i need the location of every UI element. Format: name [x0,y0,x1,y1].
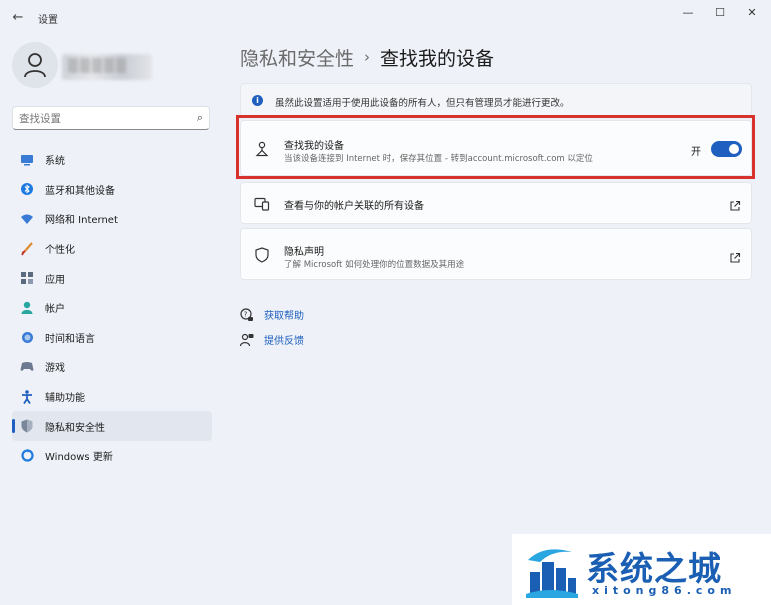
watermark: 系统之城 xitong86.com [512,534,771,605]
avatar [12,42,58,88]
update-icon [20,449,34,463]
sidebar-item-bluetooth[interactable]: 蓝牙和其他设备 [12,175,212,205]
user-name-blurred: ▒▒▒▒▒ [62,54,152,80]
feedback-icon [240,333,254,347]
info-text: 虽然此设置适用于使用此设备的所有人，但只有管理员才能进行更改。 [275,98,570,109]
wifi-icon [20,212,34,226]
give-feedback-label: 提供反馈 [264,336,304,347]
sidebar-item-system[interactable]: 系统 [12,145,212,175]
sidebar-item-label: Windows 更新 [45,452,113,464]
sidebar-item-apps[interactable]: 应用 [12,263,212,293]
system-icon [20,153,34,167]
close-button[interactable]: ✕ [737,4,767,22]
search-icon[interactable]: ⌕ [197,111,203,125]
get-help-link[interactable]: ? 获取帮助 [240,302,304,327]
city-logo-icon [526,549,578,598]
view-devices-card[interactable]: 查看与你的帐户关联的所有设备 [240,182,752,224]
sidebar-item-label: 辅助功能 [45,393,85,405]
watermark-title: 系统之城 [586,549,722,588]
back-button[interactable]: ← [8,8,28,28]
app-title: 设置 [38,15,58,26]
sidebar-item-label: 个性化 [45,245,75,257]
back-arrow-icon: ← [12,10,24,25]
user-profile[interactable]: ▒▒▒▒▒ [12,42,212,90]
external-link-icon [729,197,741,211]
accessibility-icon [20,389,34,404]
privacy-statement-card[interactable]: 隐私声明 了解 Microsoft 如何处理你的位置数据及其用途 [240,228,752,280]
sidebar-item-label: 帐户 [45,304,65,316]
sidebar-item-time-language[interactable]: 时间和语言 [12,323,212,353]
person-icon [24,53,46,78]
account-icon [20,301,34,315]
search-input[interactable] [13,108,173,130]
globe-clock-icon [20,330,34,344]
sidebar-item-network[interactable]: 网络和 Internet [12,204,212,234]
sidebar-item-label: 隐私和安全性 [45,422,105,434]
sidebar-item-privacy-security[interactable]: 隐私和安全性 [12,411,212,441]
sidebar-item-windows-update[interactable]: Windows 更新 [12,441,212,471]
watermark-url: xitong86.com [592,584,737,597]
breadcrumb-parent[interactable]: 隐私和安全性 [240,44,354,71]
brush-icon [20,241,34,256]
info-bar: i 虽然此设置适用于使用此设备的所有人，但只有管理员才能进行更改。 [240,83,752,117]
sidebar-item-label: 时间和语言 [45,333,95,345]
help-icon: ? [240,307,254,322]
give-feedback-link[interactable]: 提供反馈 [240,327,304,352]
devices-icon [254,196,270,212]
breadcrumb-separator: › [364,48,371,66]
title-bar: ← 设置 — ☐ ✕ [0,0,771,36]
sidebar-item-label: 游戏 [45,363,65,375]
help-links: ? 获取帮助 提供反馈 [240,302,304,352]
minimize-button[interactable]: — [673,4,703,22]
privacy-title: 隐私声明 [284,247,324,258]
search-box[interactable]: ⌕ [12,106,210,130]
sidebar-item-personalization[interactable]: 个性化 [12,234,212,264]
privacy-subtitle: 了解 Microsoft 如何处理你的位置数据及其用途 [284,260,465,270]
page-title: 查找我的设备 [380,47,495,70]
bluetooth-icon [20,182,34,196]
sidebar-item-accounts[interactable]: 帐户 [12,293,212,323]
get-help-label: 获取帮助 [264,311,304,322]
sidebar-item-gaming[interactable]: 游戏 [12,352,212,382]
gamepad-icon [20,360,34,374]
sidebar-item-label: 网络和 Internet [45,215,118,227]
info-icon: i [252,95,263,106]
breadcrumb: 隐私和安全性 › 查找我的设备 [240,42,494,72]
svg-text:?: ? [244,310,248,318]
shield-outline-icon [254,247,270,263]
sidebar-nav: 系统 蓝牙和其他设备 网络和 Internet 个性化 应用 帐户 时间和语言 … [12,145,212,471]
maximize-button[interactable]: ☐ [705,4,735,22]
sidebar-item-label: 应用 [45,274,65,286]
sidebar-item-accessibility[interactable]: 辅助功能 [12,382,212,412]
external-link-icon [729,249,741,263]
highlight-frame [236,115,755,179]
view-devices-title: 查看与你的帐户关联的所有设备 [284,201,424,212]
shield-icon [20,419,34,433]
apps-icon [20,271,34,285]
sidebar-item-label: 蓝牙和其他设备 [45,185,115,197]
sidebar-item-label: 系统 [45,156,65,168]
